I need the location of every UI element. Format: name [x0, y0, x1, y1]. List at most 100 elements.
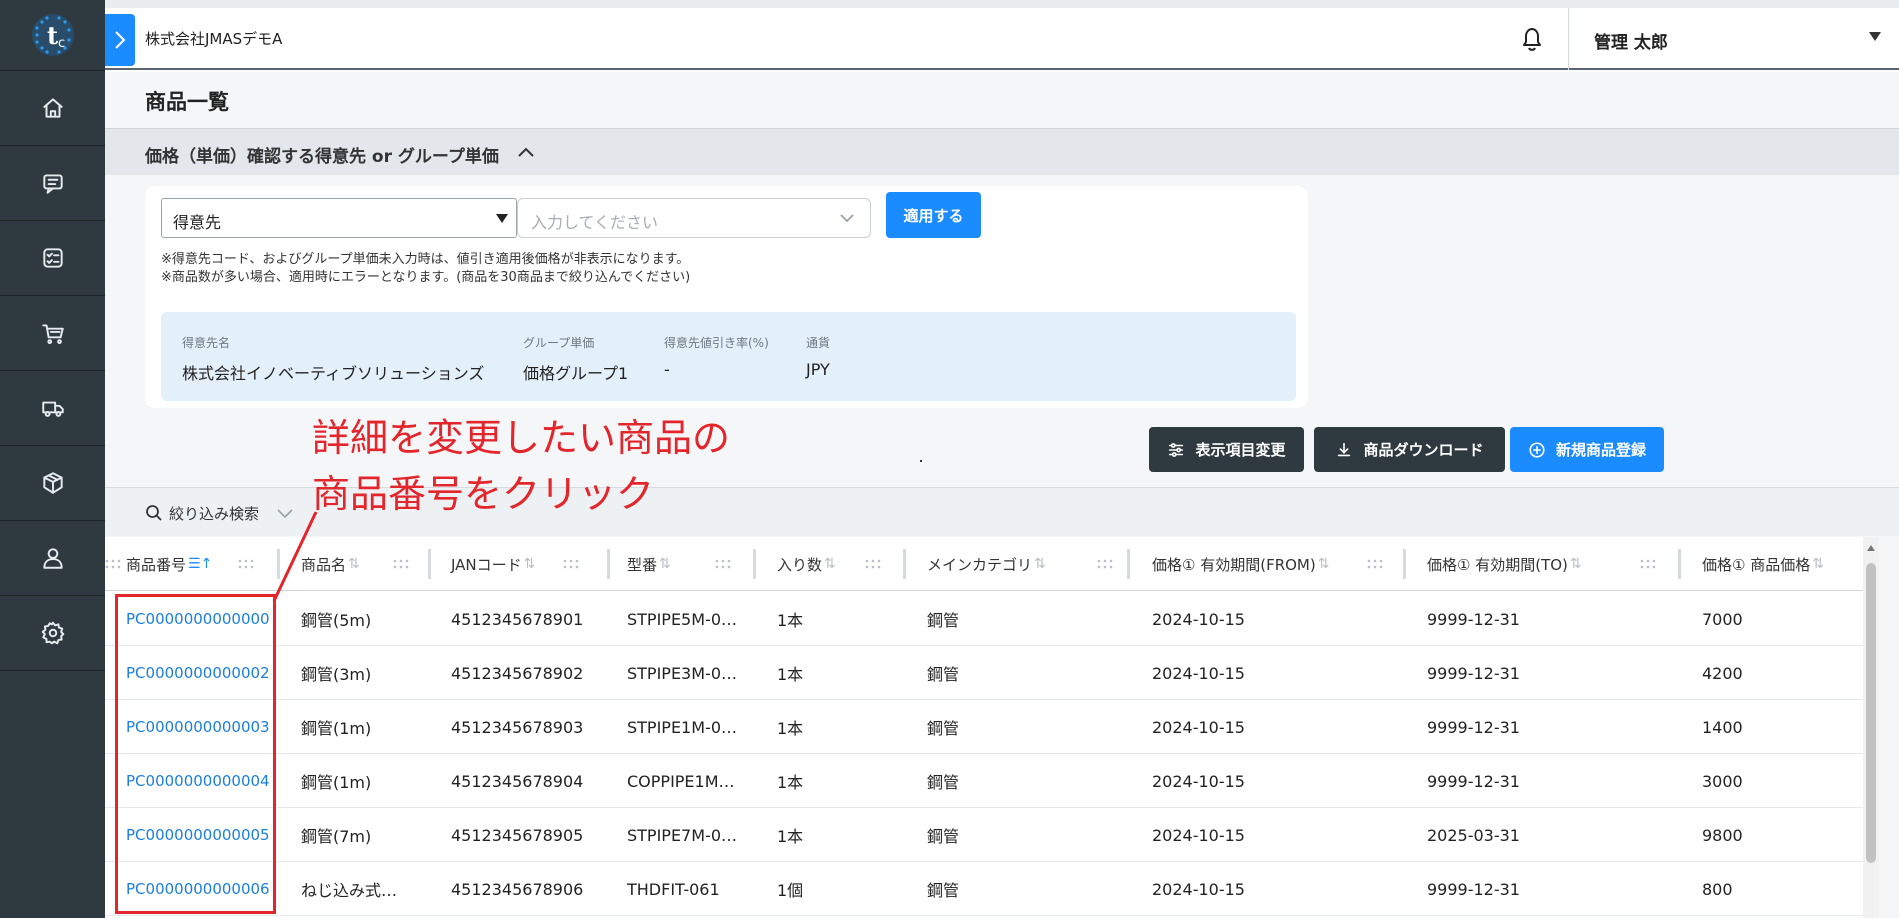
sort-icon[interactable]: ⇅ — [1570, 556, 1582, 572]
column-header[interactable]: メインカテゴリ ⇅ — [927, 537, 1046, 591]
chat-icon — [42, 174, 63, 194]
column-resize-handle[interactable] — [1127, 549, 1130, 579]
table-cell: 9999-12-31 — [1427, 609, 1520, 629]
sidebar-item-users[interactable] — [0, 521, 105, 596]
drag-handle-icon[interactable] — [238, 537, 258, 591]
scroll-up-icon[interactable] — [1867, 545, 1875, 551]
column-header[interactable]: 入り数 ⇅ — [777, 537, 836, 591]
sort-icon[interactable]: ⇅ — [659, 556, 671, 572]
table-cell: STPIPE3M-0… — [627, 663, 737, 683]
customer-info-box: 得意先名 株式会社イノベーティブソリューションズ グループ単価 価格グループ1 … — [161, 312, 1296, 401]
column-resize-handle[interactable] — [1678, 549, 1681, 579]
table-row[interactable]: PC0000000000003 鋼管(1m) 4512345678903 STPIPE… — [105, 700, 1879, 754]
sort-icon[interactable]: ⇅ — [524, 556, 536, 572]
drag-handle-icon[interactable] — [1097, 537, 1117, 591]
column-header[interactable]: 商品番号 ☰↑ — [126, 537, 212, 591]
drag-handle-icon[interactable] — [393, 537, 413, 591]
table-cell: 2024-10-15 — [1152, 717, 1245, 737]
brand-logo-icon[interactable]: t c — [0, 0, 105, 71]
notification-bell-icon[interactable] — [1517, 22, 1547, 56]
table-cell: 鋼管(7m) — [301, 827, 372, 846]
table-row[interactable]: PC0000000000000 鋼管(5m) 4512345678901 STPIPE… — [105, 592, 1879, 646]
sidebar-item-products[interactable] — [0, 446, 105, 521]
table-cell: ねじ込み式… — [301, 881, 398, 900]
table-row[interactable]: PC0000000000005 鋼管(7m) 4512345678905 STPIPE… — [105, 808, 1879, 862]
column-resize-handle[interactable] — [1403, 549, 1406, 579]
column-resize-handle[interactable] — [753, 549, 756, 579]
annotation-line-2: 商品番号をクリック — [312, 472, 655, 516]
column-settings-label: 表示項目変更 — [1195, 441, 1286, 459]
table-cell: 1本 — [777, 719, 804, 738]
gear-icon — [41, 621, 64, 645]
column-header[interactable]: JANコード ⇅ — [451, 537, 535, 591]
sidebar-expand-button[interactable] — [105, 14, 135, 66]
customer-type-value: 得意先 — [173, 213, 222, 232]
new-product-button[interactable]: 新規商品登録 — [1510, 427, 1664, 472]
sidebar-item-settings[interactable] — [0, 596, 105, 671]
table-cell: 3000 — [1702, 771, 1743, 791]
column-header-label: 価格① 有効期間(FROM) — [1152, 555, 1316, 574]
table-cell: 9800 — [1702, 825, 1743, 845]
page-title: 商品一覧 — [145, 90, 229, 114]
table-header: 商品番号 ☰↑ 商品名 ⇅ JANコード ⇅ 型番 ⇅ 入り数 ⇅ メインカテゴリ ⇅ 価格① 有効期間… — [105, 537, 1879, 591]
user-menu[interactable]: 管理 太郎 — [1568, 8, 1899, 70]
table-row[interactable]: PC0000000000002 鋼管(3m) 4512345678902 STPIPE… — [105, 646, 1879, 700]
customer-type-select[interactable]: 得意先 — [161, 198, 517, 238]
table-cell: 4512345678905 — [451, 825, 584, 845]
table-row[interactable]: PC0000000000004 鋼管(1m) 4512345678904 COPPIP… — [105, 754, 1879, 808]
table-row[interactable]: PC0000000000006 ねじ込み式… 4512345678906 THDFIT… — [105, 862, 1879, 916]
table-cell: 1本 — [777, 773, 804, 792]
drag-handle-icon[interactable] — [865, 537, 885, 591]
table-cell: 鋼管 — [927, 611, 960, 630]
apply-button[interactable]: 適用する — [886, 192, 981, 238]
discount-rate-label: 得意先値引き率(%) — [664, 336, 769, 350]
column-header[interactable]: 価格① 有効期間(TO) ⇅ — [1427, 537, 1582, 591]
drag-handle-icon[interactable] — [1367, 537, 1387, 591]
drag-handle-icon[interactable] — [1640, 537, 1660, 591]
table-cell: 9999-12-31 — [1427, 771, 1520, 791]
drag-handle-icon[interactable] — [105, 537, 125, 591]
sort-ascending-icon[interactable]: ☰↑ — [188, 556, 212, 572]
drag-handle-icon[interactable] — [715, 537, 735, 591]
sort-icon[interactable]: ⇅ — [824, 556, 836, 572]
column-header[interactable]: 価格① 有効期間(FROM) ⇅ — [1152, 537, 1329, 591]
chevron-down-icon[interactable] — [838, 209, 856, 231]
table-cell: 2025-03-31 — [1427, 825, 1520, 845]
svg-text:c: c — [58, 36, 65, 51]
column-settings-button[interactable]: 表示項目変更 — [1149, 427, 1304, 472]
sort-icon[interactable]: ⇅ — [348, 556, 360, 572]
table-cell: 9999-12-31 — [1427, 717, 1520, 737]
column-resize-handle[interactable] — [607, 549, 610, 579]
table-scrollbar[interactable] — [1863, 537, 1879, 918]
customer-input[interactable]: 入力してください — [517, 198, 871, 238]
drag-handle-icon[interactable] — [563, 537, 583, 591]
app-root: t c 株式会社JMASデモA 管理 太郎 商品一覧 価格（単価）確認する得意先… — [0, 0, 1899, 918]
column-header[interactable]: 型番 ⇅ — [627, 537, 671, 591]
table-cell: 鋼管 — [927, 827, 960, 846]
group-price-label: グループ単価 — [523, 336, 595, 350]
sliders-icon — [1169, 442, 1184, 457]
sort-icon[interactable]: ⇅ — [1034, 556, 1046, 572]
sidebar-item-cart[interactable] — [0, 296, 105, 371]
chevron-up-icon[interactable] — [513, 139, 539, 165]
sort-icon[interactable]: ⇅ — [1318, 556, 1330, 572]
svg-text:t: t — [47, 21, 58, 50]
top-strip — [105, 0, 1899, 8]
annotation-line-1: 詳細を変更したい商品の — [312, 416, 731, 460]
product-download-button[interactable]: 商品ダウンロード — [1314, 427, 1505, 472]
customer-name-label: 得意先名 — [182, 336, 231, 350]
table-cell: 4512345678901 — [451, 609, 584, 629]
currency-value: JPY — [806, 360, 830, 379]
sidebar-item-home[interactable] — [0, 71, 105, 146]
sort-icon[interactable]: ⇅ — [1812, 556, 1824, 572]
column-header[interactable]: 価格① 商品価格 ⇅ — [1702, 537, 1824, 591]
sidebar-item-messages[interactable] — [0, 146, 105, 221]
sidebar-item-shipping[interactable] — [0, 371, 105, 446]
scroll-thumb[interactable] — [1866, 563, 1876, 863]
sidebar-item-tasks[interactable] — [0, 221, 105, 296]
column-resize-handle[interactable] — [903, 549, 906, 579]
chevron-down-icon — [1869, 32, 1881, 41]
annotation-pointer — [272, 511, 318, 602]
column-resize-handle[interactable] — [428, 549, 431, 579]
table-cell: 4512345678903 — [451, 717, 584, 737]
